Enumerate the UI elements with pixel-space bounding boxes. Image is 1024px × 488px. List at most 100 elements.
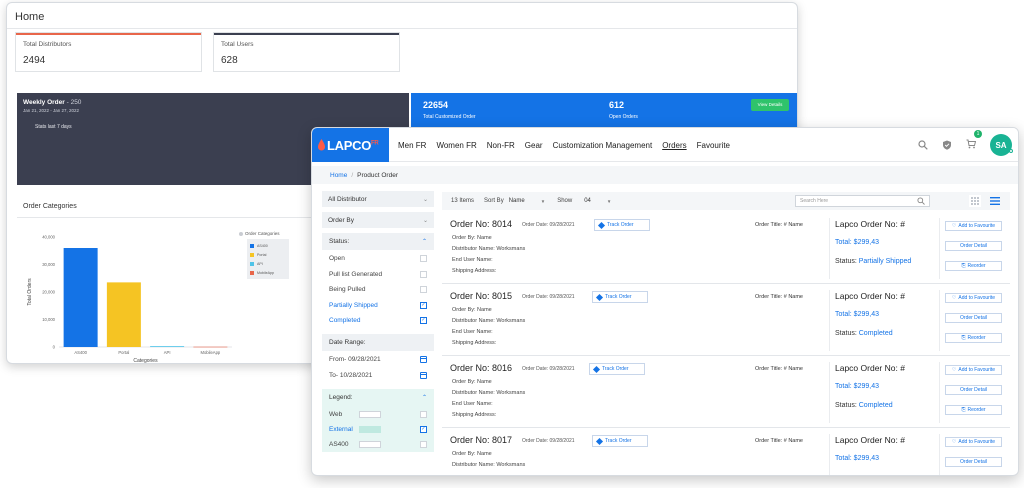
- distributor-name: Distributor Name: Worksmans: [452, 462, 526, 468]
- order-detail-button[interactable]: Order Detail: [945, 313, 1002, 323]
- track-order-button[interactable]: Track Order: [594, 219, 650, 231]
- legend-option[interactable]: Web: [322, 407, 434, 422]
- stat-card-distributors[interactable]: Total Distributors 2494: [15, 32, 202, 72]
- distributor-name: Distributor Name: Worksmans: [452, 390, 526, 396]
- nav-women-fr[interactable]: Women FR: [436, 141, 476, 150]
- status-option[interactable]: Completed ✓: [322, 313, 434, 329]
- order-date: Order Date: 09/28/2021: [522, 222, 575, 228]
- stat-label: Total Distributors: [23, 41, 72, 48]
- chevron-down-icon: ⌄: [422, 217, 428, 224]
- lapco-order-number: Lapco Order No: #: [835, 291, 905, 301]
- add-to-favourite-button[interactable]: ♡ Add to Favourite: [945, 437, 1002, 447]
- column-divider: [939, 434, 940, 475]
- order-total[interactable]: Total: $299,43: [835, 455, 879, 462]
- search-input[interactable]: Search Here: [795, 195, 930, 207]
- order-title: Order Title: # Name: [755, 294, 803, 300]
- cart-button[interactable]: 1: [966, 130, 982, 154]
- order-detail-button[interactable]: Order Detail: [945, 241, 1002, 251]
- user-avatar[interactable]: SA: [990, 134, 1013, 156]
- order-status: Status: Partially Shipped: [835, 258, 911, 265]
- legend-option-label: AS400: [329, 440, 349, 448]
- legend-entry-label: AS400: [257, 243, 268, 248]
- checkbox-checked[interactable]: ✓: [420, 301, 427, 309]
- nav-non-fr[interactable]: Non-FR: [487, 141, 515, 150]
- order-card: Order No: 8014 Order Date: 09/28/2021 Trac…: [442, 214, 1010, 284]
- breadcrumb-separator: /: [351, 171, 354, 179]
- status-option[interactable]: Pull list Generated: [322, 266, 434, 282]
- track-diamond-icon: [595, 293, 604, 301]
- status-filter-header[interactable]: Status: ⌃: [322, 233, 434, 251]
- lapco-order-number: Lapco Order No: #: [835, 363, 905, 373]
- reorder-button[interactable]: ⎘ Reorder: [945, 333, 1002, 343]
- checkbox[interactable]: [420, 255, 427, 263]
- brand-logo[interactable]: LAPCOFR: [312, 128, 389, 162]
- column-divider: [829, 290, 830, 351]
- shield-icon[interactable]: [942, 140, 952, 150]
- add-to-favourite-button[interactable]: ♡ Add to Favourite: [945, 365, 1002, 375]
- order-by-dropdown[interactable]: Order By ⌄: [322, 212, 434, 228]
- order-title: Order Title: # Name: [755, 438, 803, 444]
- status-option[interactable]: Being Pulled: [322, 282, 434, 298]
- calendar-icon[interactable]: [420, 356, 427, 363]
- lapco-order-number: Lapco Order No: #: [835, 219, 905, 229]
- column-divider: [829, 362, 830, 423]
- list-view-icon[interactable]: [990, 196, 1000, 206]
- title-divider: [7, 28, 797, 29]
- checkbox[interactable]: [420, 440, 427, 448]
- nav-gear[interactable]: Gear: [525, 141, 543, 150]
- heart-icon: ♡: [951, 223, 957, 229]
- track-order-button[interactable]: Track Order: [592, 435, 648, 447]
- add-to-favourite-button[interactable]: ♡ Add to Favourite: [945, 293, 1002, 303]
- legend-swatch: [250, 252, 254, 257]
- order-total[interactable]: Total: $299,43: [835, 239, 879, 246]
- checkbox[interactable]: [420, 286, 427, 294]
- date-to-field[interactable]: To- 10/28/2021: [322, 367, 434, 384]
- reorder-button[interactable]: ⎘ Reorder: [945, 405, 1002, 415]
- order-detail-button[interactable]: Order Detail: [945, 457, 1002, 467]
- legend-color-swatch: [359, 440, 381, 448]
- distributor-dropdown[interactable]: All Distributor ⌄: [322, 191, 434, 207]
- bar-api: [150, 346, 185, 347]
- nav-orders[interactable]: Orders: [662, 141, 686, 150]
- breadcrumb-home[interactable]: Home: [330, 172, 347, 179]
- legend-filter-header[interactable]: Legend: ⌃: [322, 389, 434, 407]
- track-order-button[interactable]: Track Order: [589, 363, 645, 375]
- order-number: Order No: 8014: [450, 219, 513, 229]
- checkbox-checked[interactable]: ✓: [420, 425, 427, 433]
- order-detail-button[interactable]: Order Detail: [945, 385, 1002, 395]
- track-order-label: Track Order: [607, 222, 634, 228]
- calendar-icon[interactable]: [420, 372, 427, 379]
- order-by: Order By: Name: [452, 451, 492, 457]
- order-total[interactable]: Total: $299,43: [835, 311, 879, 318]
- favourite-label: Add to Favourite: [958, 223, 996, 229]
- reorder-icon: ⎘: [961, 263, 966, 269]
- search-icon[interactable]: [918, 140, 928, 150]
- nav-men-fr[interactable]: Men FR: [398, 141, 426, 150]
- grid-view-icon[interactable]: [969, 195, 981, 207]
- checkbox[interactable]: [420, 410, 427, 418]
- view-details-button[interactable]: View Details: [751, 99, 789, 111]
- order-title: Order Title: # Name: [755, 366, 803, 372]
- status-option[interactable]: Open: [322, 251, 434, 267]
- status-option[interactable]: Partially Shipped ✓: [322, 297, 434, 313]
- order-total[interactable]: Total: $299,43: [835, 383, 879, 390]
- y-tick-label: 40,000: [42, 235, 55, 240]
- track-order-button[interactable]: Track Order: [592, 291, 648, 303]
- add-to-favourite-button[interactable]: ♡ Add to Favourite: [945, 221, 1002, 231]
- x-tick-label: AS400: [74, 350, 87, 355]
- checkbox-checked[interactable]: ✓: [420, 317, 427, 325]
- order-date: Order Date: 09/28/2021: [522, 294, 575, 300]
- date-from-field[interactable]: From- 09/28/2021: [322, 351, 434, 368]
- item-count: 13 Items: [451, 198, 475, 204]
- reorder-button[interactable]: ⎘ Reorder: [945, 261, 1002, 271]
- distributor-name: Distributor Name: Worksmans: [452, 246, 526, 252]
- checkbox[interactable]: [420, 270, 427, 278]
- sort-select[interactable]: Name ▼: [509, 198, 545, 204]
- legend-option[interactable]: AS400: [322, 437, 434, 452]
- legend-option[interactable]: External ✓: [322, 422, 434, 437]
- nav-customization[interactable]: Customization Management: [553, 141, 653, 150]
- show-select[interactable]: 04 ▼: [584, 198, 611, 204]
- stat-card-users[interactable]: Total Users 628: [213, 32, 400, 72]
- nav-favourite[interactable]: Favourite: [697, 141, 730, 150]
- legend-option-label: External: [329, 425, 353, 433]
